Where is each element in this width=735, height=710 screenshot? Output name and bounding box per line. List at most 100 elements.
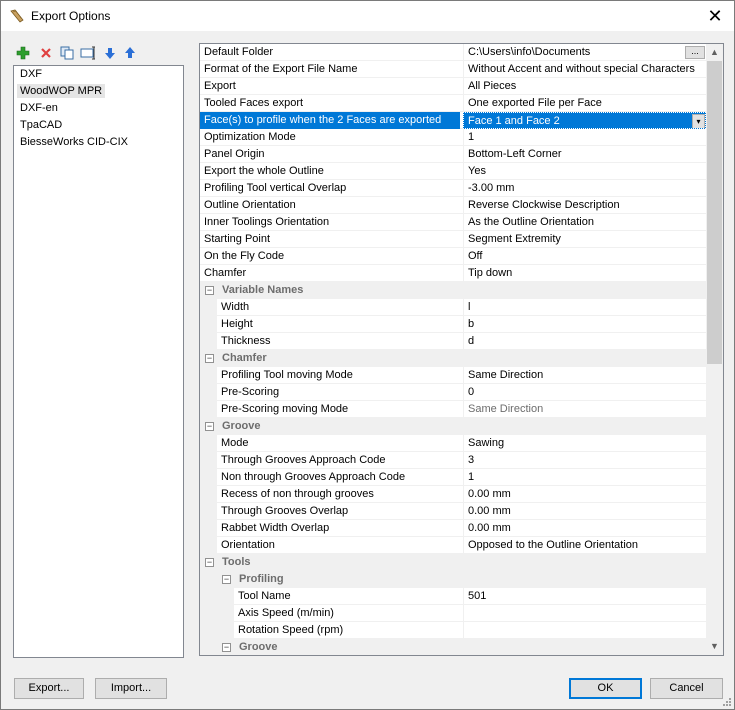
property-row[interactable]: Rotation Speed (rpm) [200,622,706,640]
property-value[interactable]: l [463,299,706,316]
property-value[interactable]: All Pieces [463,78,706,95]
property-category[interactable]: − Variable Names [200,282,706,299]
property-value[interactable]: Face 1 and Face 2 ▾ [463,112,706,129]
property-row[interactable]: Optimization Mode 1 [200,129,706,146]
property-value[interactable]: b [463,316,706,333]
property-name: Thickness [221,335,271,347]
property-value[interactable]: Off [463,248,706,265]
category-name: Chamfer [222,352,267,364]
property-row[interactable]: Export All Pieces [200,78,706,95]
property-row[interactable]: Tooled Faces export One exported File per… [200,95,706,112]
export-button[interactable]: Export... [14,678,84,699]
format-list-item[interactable]: BiesseWorks CID-CIX [14,134,183,151]
property-row[interactable]: Chamfer Tip down [200,265,706,282]
property-row[interactable]: Axis Speed (m/min) [200,605,706,623]
property-category[interactable]: − Groove [200,418,706,435]
property-value[interactable]: d [463,333,706,350]
property-row[interactable]: Pre-Scoring 0 [200,384,706,402]
property-row[interactable]: Tool Name 501 [200,588,706,606]
property-value[interactable]: 0.00 mm [463,520,706,537]
property-value[interactable]: 3 [463,452,706,469]
property-value[interactable]: Same Direction [463,401,706,418]
property-row[interactable]: Profiling Tool vertical Overlap -3.00 mm [200,180,706,197]
scroll-up-icon[interactable]: ▲ [706,44,723,61]
property-row[interactable]: Mode Sawing [200,435,706,453]
move-down-icon [105,48,115,59]
move-up-button[interactable] [122,45,138,61]
property-row[interactable]: Format of the Export File Name Without Ac… [200,61,706,78]
property-value[interactable]: Tip down [463,265,706,282]
format-list-item[interactable]: TpaCAD [14,117,183,134]
scroll-down-icon[interactable]: ▼ [706,638,723,655]
property-row[interactable]: Through Grooves Overlap 0.00 mm [200,503,706,521]
property-value[interactable]: Sawing [463,435,706,452]
property-category[interactable]: − Groove [200,639,706,655]
property-row[interactable]: Rabbet Width Overlap 0.00 mm [200,520,706,538]
property-row[interactable]: Export the whole Outline Yes [200,163,706,180]
property-row[interactable]: Non through Grooves Approach Code 1 [200,469,706,487]
property-value[interactable]: Bottom-Left Corner [463,146,706,163]
property-value-text: 0.00 mm [468,505,511,517]
close-button[interactable]: ✕ [702,3,728,29]
property-row[interactable]: Height b [200,316,706,334]
property-value[interactable]: Opposed to the Outline Orientation [463,537,706,554]
property-value[interactable]: Segment Extremity [463,231,706,248]
property-name: Mode [221,437,249,449]
cancel-button[interactable]: Cancel [650,678,723,699]
add-button[interactable] [15,45,31,61]
move-down-button[interactable] [102,45,118,61]
property-value[interactable]: Without Accent and without special Chara… [463,61,706,78]
dropdown-arrow-icon[interactable]: ▾ [692,114,705,128]
browse-folder-button[interactable]: ... [685,46,705,59]
property-row[interactable]: Through Grooves Approach Code 3 [200,452,706,470]
property-value[interactable] [463,605,706,622]
property-value[interactable]: C:\Users\info\Documents... [463,44,706,61]
format-list[interactable]: DXF WoodWOP MPR DXF-en TpaCAD BiesseWorks CI… [13,65,184,658]
vertical-scrollbar[interactable]: ▲ ▼ [706,44,723,655]
property-value[interactable]: -3.00 mm [463,180,706,197]
format-list-item[interactable]: DXF-en [14,100,183,117]
copy-button[interactable] [59,45,75,61]
rename-button[interactable] [80,45,96,61]
property-category[interactable]: − Tools [200,554,706,571]
delete-button[interactable] [38,45,54,61]
property-row[interactable]: Panel Origin Bottom-Left Corner [200,146,706,163]
format-list-item[interactable]: DXF [14,66,183,83]
property-value-text: Sawing [468,437,505,449]
property-value[interactable]: 1 [463,129,706,146]
property-row[interactable]: Profiling Tool moving Mode Same Direction [200,367,706,385]
property-value[interactable]: Reverse Clockwise Description [463,197,706,214]
property-row[interactable]: Width l [200,299,706,317]
resize-grip-icon[interactable] [720,695,732,707]
scroll-thumb[interactable] [707,61,722,364]
property-row[interactable]: Inner Toolings Orientation As the Outline… [200,214,706,231]
property-value[interactable]: One exported File per Face [463,95,706,112]
property-row[interactable]: Outline Orientation Reverse Clockwise Des… [200,197,706,214]
property-value[interactable]: 501 [463,588,706,605]
import-button[interactable]: Import... [95,678,167,699]
property-value[interactable]: As the Outline Orientation [463,214,706,231]
property-row[interactable]: Orientation Opposed to the Outline Orient… [200,537,706,555]
format-list-item-label: BiesseWorks CID-CIX [20,136,128,148]
add-icon [16,46,30,60]
property-name: Export [204,80,236,92]
property-row[interactable]: Face(s) to profile when the 2 Faces are … [200,112,706,129]
property-row[interactable]: Starting Point Segment Extremity [200,231,706,248]
property-value[interactable]: Yes [463,163,706,180]
property-value-text: 3 [468,454,475,466]
property-value[interactable]: 0 [463,384,706,401]
property-value[interactable]: 0.00 mm [463,503,706,520]
property-value[interactable]: 0.00 mm [463,486,706,503]
ok-button[interactable]: OK [569,678,642,699]
property-category[interactable]: − Chamfer [200,350,706,367]
property-row[interactable]: Pre-Scoring moving Mode Same Direction [200,401,706,419]
property-value[interactable]: 1 [463,469,706,486]
property-value[interactable] [463,622,706,639]
property-category[interactable]: − Profiling [200,571,706,588]
property-value[interactable]: Same Direction [463,367,706,384]
property-row[interactable]: Recess of non through grooves 0.00 mm [200,486,706,504]
format-list-item[interactable]: WoodWOP MPR [14,83,183,100]
property-row[interactable]: On the Fly Code Off [200,248,706,265]
property-row[interactable]: Default Folder C:\Users\info\Documents... [200,44,706,61]
property-row[interactable]: Thickness d [200,333,706,351]
